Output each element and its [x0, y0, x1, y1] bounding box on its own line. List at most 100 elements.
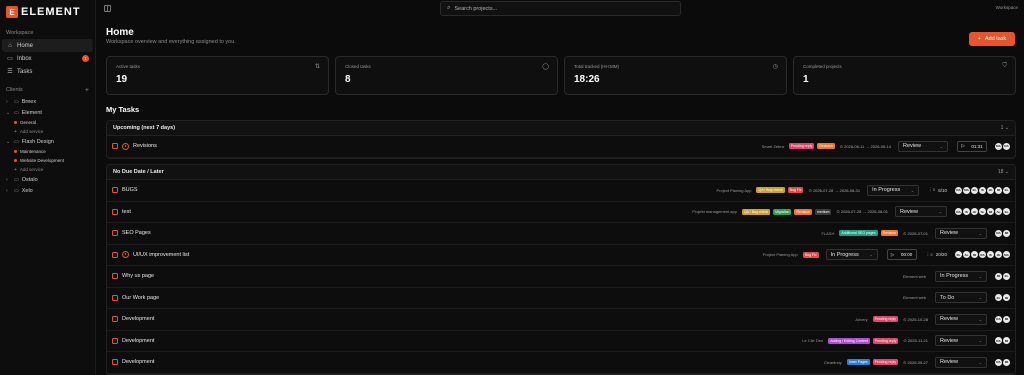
group-header[interactable]: No Due Date / Later 18 ⌄ — [107, 165, 1015, 180]
avatar[interactable]: AL — [995, 208, 1002, 216]
task-row[interactable]: test Projekt management app QA / Bug check… — [107, 202, 1015, 223]
task-row[interactable]: UI/UX improvement list Project Planing Ap… — [107, 245, 1015, 266]
task-row[interactable]: BUGS Project Planing App QA / Bug check Bug… — [107, 180, 1015, 202]
task-row[interactable]: Revisions Smart Zebra Pending reply Revisio… — [107, 136, 1015, 158]
avatar[interactable]: RA — [995, 358, 1002, 366]
task-checkbox[interactable] — [112, 143, 118, 150]
task-title[interactable]: Development — [122, 316, 855, 322]
avatar[interactable]: EL — [1003, 186, 1010, 194]
client-breex[interactable]: › ▭ Breex — [0, 96, 95, 107]
task-title[interactable]: Development — [122, 359, 824, 365]
service-general[interactable]: General — [0, 118, 95, 127]
avatar[interactable]: AL — [963, 251, 970, 259]
status-select[interactable]: Review ⌄ — [935, 356, 987, 368]
avatar[interactable]: JE — [995, 251, 1002, 259]
task-checkbox[interactable] — [112, 316, 118, 323]
task-title[interactable]: SEO Pages — [122, 230, 821, 236]
project-name[interactable]: Jolvery — [855, 317, 868, 322]
task-row[interactable]: Our Work page Element web To Do ⌄ EL MI — [107, 288, 1015, 309]
task-checkbox[interactable] — [112, 359, 118, 366]
task-title[interactable]: BUGS — [122, 187, 717, 193]
status-select[interactable]: In Progress ⌄ — [867, 184, 920, 196]
task-checkbox[interactable] — [112, 294, 118, 301]
client-element[interactable]: ⌄ ▭ Element — [0, 107, 95, 118]
timer-button[interactable]: ▷ 01:31 — [957, 140, 987, 152]
avatar[interactable]: MI — [971, 251, 978, 259]
avatar[interactable]: EL — [1003, 208, 1010, 216]
client-xelo[interactable]: › ▭ Xelo — [0, 185, 95, 196]
avatar[interactable]: MI — [995, 272, 1002, 280]
avatar[interactable]: MI — [995, 186, 1002, 194]
project-name[interactable]: Le Cile Deo — [802, 338, 823, 343]
avatar[interactable]: MI — [987, 208, 994, 216]
status-select[interactable]: Review ⌄ — [935, 227, 987, 239]
avatar[interactable]: MI — [1003, 337, 1010, 345]
search-input[interactable]: ⌕ Search projects... — [440, 1, 681, 16]
project-name[interactable]: Clearfirsty — [824, 360, 842, 365]
chevron-right-icon[interactable]: › — [6, 188, 12, 194]
task-title[interactable]: Development — [122, 338, 802, 344]
nav-item-inbox[interactable]: ▭ Inbox 1 — [0, 52, 95, 65]
avatar[interactable]: MI — [1003, 229, 1010, 237]
project-name[interactable]: Projekt management app — [692, 209, 737, 214]
task-checkbox[interactable] — [112, 187, 118, 194]
avatar[interactable]: MA — [963, 186, 970, 194]
task-row[interactable]: Development Jolvery Pending reply ⊙ 2025-10… — [107, 309, 1015, 331]
client-ostalo[interactable]: › ▭ Ostalo — [0, 174, 95, 185]
task-checkbox[interactable] — [112, 273, 118, 280]
status-select[interactable]: Review ⌄ — [935, 335, 987, 347]
project-name[interactable]: Element web — [903, 274, 926, 279]
task-checkbox[interactable] — [112, 337, 118, 344]
group-header[interactable]: Upcoming (next 7 days) 1 ⌄ — [107, 121, 1015, 136]
service-website-development[interactable]: Website Development — [0, 156, 95, 165]
add-client-button[interactable]: + — [85, 87, 89, 94]
logo[interactable]: E ELEMENT — [0, 0, 95, 24]
avatar[interactable]: MA — [995, 142, 1002, 150]
client-flash-design[interactable]: ⌄ ▭ Flash Design — [0, 136, 95, 147]
timer-button[interactable]: ▷ 00:00 — [886, 249, 917, 261]
avatar[interactable]: MI — [1003, 358, 1010, 366]
avatar[interactable]: RA — [979, 251, 986, 259]
task-row[interactable]: Development Le Cile Deo Adding / Editing C… — [107, 331, 1015, 352]
task-title[interactable]: Why us page — [122, 273, 903, 279]
avatar[interactable]: EL — [1003, 272, 1010, 280]
avatar[interactable]: RA — [1003, 142, 1010, 150]
avatar[interactable]: MI — [1003, 294, 1010, 302]
task-title[interactable]: Revisions — [133, 143, 762, 149]
project-name[interactable]: Project Planing App — [717, 188, 752, 193]
task-checkbox[interactable] — [112, 251, 118, 258]
task-row[interactable]: SEO Pages FLASH Additional SEO pages Revisi… — [107, 223, 1015, 245]
avatar[interactable]: JE — [971, 208, 978, 216]
avatar[interactable]: IS — [963, 208, 970, 216]
status-select[interactable]: Review ⌄ — [898, 140, 948, 152]
avatar[interactable]: MI — [1003, 315, 1010, 323]
nav-item-tasks[interactable]: ☰ Tasks — [0, 65, 95, 78]
task-title[interactable]: UI/UX improvement list — [133, 252, 763, 258]
avatar[interactable]: JE — [987, 186, 994, 194]
status-select[interactable]: Review ⌄ — [895, 206, 947, 218]
chevron-right-icon[interactable]: › — [6, 177, 12, 183]
add-task-button[interactable]: + Add task — [969, 32, 1015, 46]
avatar[interactable]: IS — [987, 251, 994, 259]
service-maintenance[interactable]: Maintenance — [0, 147, 95, 156]
avatar[interactable]: RA — [955, 208, 962, 216]
task-row[interactable]: Why us page Element web In Progress ⌄ MI EL — [107, 266, 1015, 288]
add-service-button[interactable]: + Add service — [0, 165, 95, 174]
avatar[interactable]: RA — [995, 337, 1002, 345]
avatar[interactable]: EL — [971, 186, 978, 194]
workspace-switcher[interactable]: Workspace — [996, 5, 1018, 10]
avatar[interactable]: MA — [1003, 251, 1010, 259]
project-name[interactable]: Element web — [903, 295, 926, 300]
status-select[interactable]: In Progress ⌄ — [825, 249, 878, 261]
task-row[interactable]: Development Clearfirsty Inner Pages Pending… — [107, 352, 1015, 374]
avatar[interactable]: RA — [995, 229, 1002, 237]
project-name[interactable]: Project Planing App — [763, 252, 798, 257]
task-title[interactable]: test — [122, 209, 692, 215]
nav-item-home[interactable]: ⌂ Home — [2, 39, 93, 52]
avatar[interactable]: EL — [995, 294, 1002, 302]
project-name[interactable]: FLASH — [821, 231, 834, 236]
avatar[interactable]: RA — [995, 315, 1002, 323]
avatar[interactable]: RA — [955, 186, 962, 194]
status-select[interactable]: To Do ⌄ — [935, 292, 987, 304]
chevron-down-icon[interactable]: ⌄ — [6, 139, 12, 145]
